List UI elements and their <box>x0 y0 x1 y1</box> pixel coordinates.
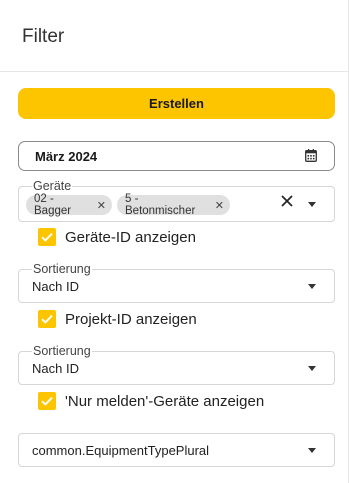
sort-select-devices[interactable]: Sortierung Nach ID <box>18 262 335 303</box>
device-chip[interactable]: 5 - Betonmischer ✕ <box>117 193 230 217</box>
checkmark-icon <box>41 314 53 324</box>
sort-value: Nach ID <box>32 279 79 294</box>
chip-label: 02 - Bagger <box>34 193 72 217</box>
month-date-picker[interactable]: März 2024 <box>18 141 335 171</box>
sort-label: Sortierung <box>32 344 92 359</box>
equipment-type-value: common.EquipmentTypePlural <box>32 443 210 458</box>
checkmark-icon <box>41 232 53 242</box>
sort-select-projects[interactable]: Sortierung Nach ID <box>18 344 335 385</box>
show-device-id-checkbox-row[interactable]: Geräte-ID anzeigen <box>38 227 196 247</box>
sort-label: Sortierung <box>32 262 92 277</box>
sort-value: Nach ID <box>32 361 79 376</box>
filter-header: Filter <box>0 0 349 72</box>
checkbox[interactable] <box>38 310 56 328</box>
checkbox-label: Projekt-ID anzeigen <box>65 310 197 328</box>
checkbox-label: 'Nur melden'-Geräte anzeigen <box>65 392 265 410</box>
chip-remove-icon[interactable]: ✕ <box>97 199 106 212</box>
calendar-icon[interactable] <box>305 149 317 162</box>
page-title: Filter <box>22 26 65 47</box>
chip-label: 5 - Betonmischer <box>125 193 196 217</box>
checkbox[interactable] <box>38 228 56 246</box>
devices-label: Geräte <box>32 179 73 194</box>
chevron-down-icon[interactable] <box>308 366 316 371</box>
create-button[interactable]: Erstellen <box>18 88 335 119</box>
device-chip[interactable]: 02 - Bagger ✕ <box>26 193 112 217</box>
devices-multiselect[interactable]: Geräte 02 - Bagger ✕ 5 - Betonmischer ✕ <box>18 179 335 222</box>
equipment-type-select[interactable]: common.EquipmentTypePlural <box>18 433 335 467</box>
show-report-only-checkbox-row[interactable]: 'Nur melden'-Geräte anzeigen <box>38 391 264 411</box>
chevron-down-icon[interactable] <box>308 284 316 289</box>
checkmark-icon <box>41 396 53 406</box>
clear-icon[interactable] <box>281 195 293 207</box>
checkbox[interactable] <box>38 392 56 410</box>
chip-remove-icon[interactable]: ✕ <box>215 199 224 212</box>
show-project-id-checkbox-row[interactable]: Projekt-ID anzeigen <box>38 309 197 329</box>
checkbox-label: Geräte-ID anzeigen <box>65 228 196 246</box>
date-value: März 2024 <box>35 149 98 164</box>
chevron-down-icon[interactable] <box>308 448 316 453</box>
chevron-down-icon[interactable] <box>308 202 316 207</box>
